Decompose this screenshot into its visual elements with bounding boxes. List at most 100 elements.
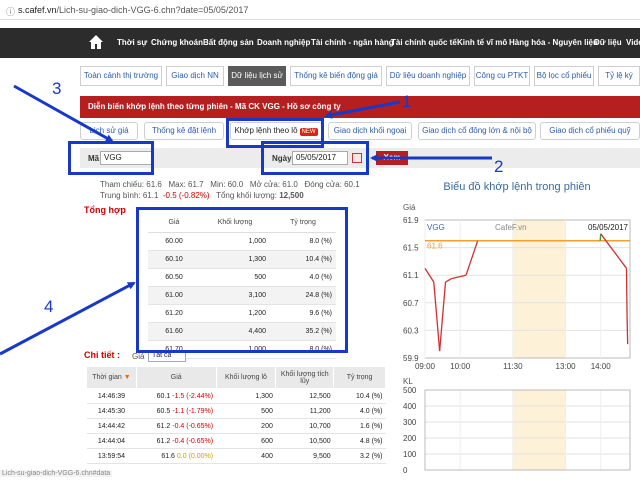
cell-time: 14:44:42 xyxy=(86,418,137,434)
price-line-segment xyxy=(625,268,628,317)
subnav-du-lieu-lich-su[interactable]: Dữ liệu lịch sử xyxy=(228,66,286,86)
price-value: 61.2 xyxy=(156,422,171,430)
sub-navigation: Toàn cảnh thị trường Giao dịch NN Dữ liệ… xyxy=(80,66,640,86)
nav-doanh-nghiep[interactable]: Doanh nghiệp xyxy=(257,38,310,47)
cell-price: 60.5 -1.1 (-1.79%) xyxy=(136,403,217,419)
date-input[interactable]: 05/05/2017 xyxy=(292,151,348,165)
ma-label: Mã xyxy=(88,154,100,163)
nav-kinh-te-vi-mo[interactable]: Kinh tế vĩ mô xyxy=(457,38,507,47)
volume-axis-label: KL xyxy=(403,377,413,386)
annotation-number-4: 4 xyxy=(44,297,54,316)
tab-khop-lenh-label: Khớp lệnh theo lô xyxy=(234,126,298,135)
price-tick-label: 61.9 xyxy=(403,216,419,225)
tham-chieu: Tham chiếu: 61.6 xyxy=(100,180,162,189)
cell-ty-trong: 8.0 (%) xyxy=(270,340,336,359)
total-volume-label: Tổng khối lượng: xyxy=(216,191,277,200)
table-row: 61.60 4,400 35.2 (%) xyxy=(148,322,336,341)
table-row: 60.00 1,000 8.0 (%) xyxy=(148,232,336,251)
time-tick-label: 11:30 xyxy=(503,362,523,371)
calendar-icon[interactable] xyxy=(352,153,362,163)
price-tick-label: 60.3 xyxy=(403,326,419,335)
url-text[interactable]: s.cafef.vn/Lich-su-giao-dich-VGG-6.chn?d… xyxy=(18,5,248,15)
info-icon[interactable]: ⓘ xyxy=(6,5,15,18)
subnav-giao-dich-nn[interactable]: Giao dịch NN xyxy=(166,66,224,86)
nav-video[interactable]: Vide xyxy=(626,38,640,47)
watermark-label: CafeF.vn xyxy=(495,223,527,232)
tab-giao-dich-co-phieu-quy[interactable]: Giao dịch cổ phiếu quỹ xyxy=(540,122,640,140)
cell-ty-trong: 4.8 (%) xyxy=(333,433,386,449)
tab-thong-ke-dat-lenh[interactable]: Thống kê đặt lệnh xyxy=(144,122,224,140)
address-bar[interactable]: ⓘ s.cafef.vn/Lich-su-giao-dich-VGG-6.chn… xyxy=(0,0,640,20)
cell-gia: 61.60 xyxy=(148,322,200,341)
tab-khop-lenh-theo-lo[interactable]: Khớp lệnh theo lô NEW xyxy=(230,122,322,140)
cell-gia: 61.20 xyxy=(148,304,200,323)
price-tick-label: 60.7 xyxy=(403,299,419,308)
volume-tick-label: 500 xyxy=(403,386,417,395)
table-row: 14:44:42 61.2 -0.4 (-0.65%) 200 10,700 1.6 (… xyxy=(86,418,386,434)
summary-line-1: Tham chiếu: 61.6 Max: 61.7 Min: 60.0 Mở … xyxy=(100,180,360,189)
price-value: 61.2 xyxy=(156,437,171,445)
price-filter-select[interactable]: Tất cả xyxy=(148,350,186,362)
cell-price: 60.1 -1.5 (-2.44%) xyxy=(136,388,217,404)
nav-tai-chinh-ngan-hang[interactable]: Tài chính - ngân hàng xyxy=(311,38,394,47)
price-change: -1.1 (-1.79%) xyxy=(172,407,214,415)
nav-thoi-su[interactable]: Thời sự xyxy=(117,38,147,47)
cell-ty-trong: 8.0 (%) xyxy=(270,232,336,251)
nav-du-lieu[interactable]: Dữ liệu xyxy=(594,38,622,47)
cell-khoi-luong: 3,100 xyxy=(200,286,270,305)
col-ty-trong: Tỷ trọng xyxy=(270,214,336,233)
subnav-du-lieu-doanh-nghiep[interactable]: Dữ liệu doanh nghiệp xyxy=(386,66,470,86)
tong-hop-title: Tổng hợp xyxy=(84,205,126,215)
price-change: -0.4 (-0.65%) xyxy=(172,422,214,430)
page: ⓘ s.cafef.vn/Lich-su-giao-dich-VGG-6.chn… xyxy=(0,0,640,480)
volume-tick-label: 400 xyxy=(403,402,417,411)
home-icon[interactable] xyxy=(88,34,104,50)
tab-giao-dich-co-dong[interactable]: Giao dịch cổ đông lớn & nội bộ xyxy=(418,122,536,140)
tab-giao-dich-khoi-ngoai[interactable]: Giao dịch khối ngoại xyxy=(328,122,412,140)
tab-bar: Lịch sử giá Thống kê đặt lệnh Khớp lệnh … xyxy=(80,122,640,142)
subnav-thong-ke-bien-dong[interactable]: Thống kê biến động giá xyxy=(290,66,382,86)
nav-hang-hoa[interactable]: Hàng hóa - Nguyên liệu xyxy=(509,38,598,47)
summary-table: Giá Khối lượng Tỷ trọng 60.00 1,000 8.0 (%… xyxy=(148,214,336,359)
volume-tick-label: 0 xyxy=(403,466,408,475)
tab-lich-su-gia[interactable]: Lịch sử giá xyxy=(80,122,138,140)
cell-gia: 60.00 xyxy=(148,232,200,251)
table-row: 60.10 1,300 10.4 (%) xyxy=(148,250,336,269)
time-tick-label: 10:00 xyxy=(450,362,471,371)
nav-chung-khoan[interactable]: Chứng khoán xyxy=(151,38,203,47)
cell-kl-tich-luy: 12,500 xyxy=(275,388,334,404)
close-price: Đóng cửa: 60.1 xyxy=(304,180,360,189)
price-axis-label: Giá xyxy=(403,203,416,212)
cell-kl-tich-luy: 10,500 xyxy=(275,433,334,449)
subnav-toan-canh[interactable]: Toàn cảnh thị trường xyxy=(80,66,162,86)
symbol-input[interactable]: VGG xyxy=(100,151,154,165)
cell-time: 14:46:39 xyxy=(86,388,137,404)
cell-khoi-luong: 4,400 xyxy=(200,322,270,341)
price-line-segment xyxy=(599,233,602,241)
cell-gia: 61.00 xyxy=(148,286,200,305)
cell-kl-lo: 200 xyxy=(216,418,276,434)
cell-ty-trong: 3.2 (%) xyxy=(333,448,386,464)
volume-tick-label: 300 xyxy=(403,418,417,427)
detail-table: Thời gian ▼ Giá Khối lượng lô Khối lượng… xyxy=(86,366,386,464)
nav-bat-dong-san[interactable]: Bất động sản xyxy=(203,38,254,47)
caret-down-icon[interactable]: ▼ xyxy=(124,374,131,381)
cell-ty-trong: 1.6 (%) xyxy=(333,418,386,434)
table-row: 14:46:39 60.1 -1.5 (-2.44%) 1,300 12,500 10.… xyxy=(86,388,386,404)
price-value: 60.5 xyxy=(156,407,171,415)
subnav-cong-cu-ptkt[interactable]: Công cụ PTKT xyxy=(474,66,530,86)
view-button[interactable]: Xem xyxy=(376,151,408,165)
cell-kl-lo: 400 xyxy=(216,448,276,464)
cell-khoi-luong: 1,000 xyxy=(200,340,270,359)
subnav-ty-le[interactable]: Tỷ lệ ký xyxy=(598,66,640,86)
nav-tai-chinh-quoc-te[interactable]: Tài chính quốc tế xyxy=(391,38,457,47)
cell-price: 61.2 -0.4 (-0.65%) xyxy=(136,433,217,449)
cell-khoi-luong: 1,300 xyxy=(200,250,270,269)
time-tick-label: 14:00 xyxy=(591,362,612,371)
subnav-bo-loc[interactable]: Bộ lọc cổ phiếu xyxy=(534,66,594,86)
cell-time: 14:45:30 xyxy=(86,403,137,419)
table-row: 14:45:30 60.5 -1.1 (-1.79%) 500 11,200 4.0 (… xyxy=(86,403,386,419)
col-thoi-gian[interactable]: Thời gian ▼ xyxy=(86,366,137,389)
cell-kl-tich-luy: 11,200 xyxy=(275,403,334,419)
arrow-4 xyxy=(0,281,136,356)
